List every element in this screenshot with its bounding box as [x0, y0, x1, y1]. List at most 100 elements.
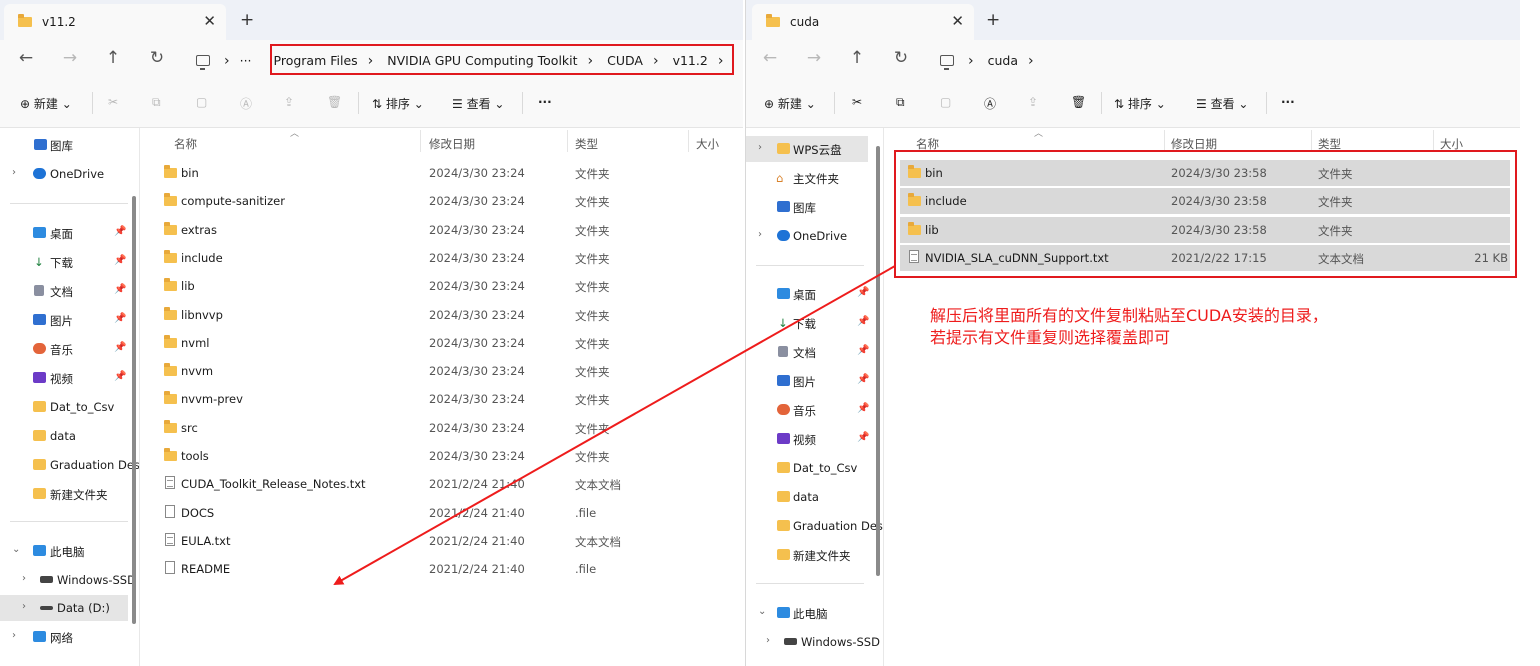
sidebar-item-wps[interactable]: › WPS云盘: [746, 136, 868, 162]
up-arrow-icon[interactable]: ↑: [847, 48, 867, 68]
sidebar-item-folder[interactable]: data: [0, 423, 139, 449]
pin-icon[interactable]: 📌: [857, 345, 869, 356]
sidebar-item-documents[interactable]: 文档 📌: [746, 339, 883, 365]
file-row[interactable]: nvml 2024/3/30 23:24 文件夹: [156, 330, 743, 356]
new-tab-icon[interactable]: +: [986, 10, 1000, 30]
delete-icon[interactable]: 🗑: [327, 95, 342, 109]
sidebar-item-pictures[interactable]: 图片 📌: [746, 368, 883, 394]
scrollbar[interactable]: [132, 196, 136, 624]
file-row[interactable]: CUDA_Toolkit_Release_Notes.txt 2021/2/24 …: [156, 471, 743, 497]
sidebar-item-folder[interactable]: Dat_to_Csv: [0, 394, 139, 420]
sidebar-item-home[interactable]: ⌂ 主文件夹: [746, 165, 883, 191]
close-tab-icon[interactable]: ✕: [203, 12, 216, 30]
column-header-date[interactable]: 修改日期: [429, 136, 475, 152]
pin-icon[interactable]: 📌: [857, 432, 869, 443]
sidebar-item-gallery[interactable]: 图库: [746, 194, 883, 220]
file-row[interactable]: bin 2024/3/30 23:24 文件夹: [156, 160, 743, 186]
sidebar-item-this-pc[interactable]: ⌄ 此电脑: [0, 538, 139, 564]
sidebar-item-folder[interactable]: 新建文件夹: [746, 542, 883, 568]
file-row[interactable]: extras 2024/3/30 23:24 文件夹: [156, 217, 743, 243]
sidebar-item-network[interactable]: › 网络: [0, 624, 139, 650]
pin-icon[interactable]: 📌: [857, 374, 869, 385]
pin-icon[interactable]: 📌: [114, 371, 126, 382]
forward-arrow-icon[interactable]: →: [804, 48, 824, 68]
rename-icon[interactable]: Ⓐ: [240, 95, 252, 112]
file-row[interactable]: nvvm 2024/3/30 23:24 文件夹: [156, 358, 743, 384]
tab-cuda[interactable]: cuda ✕: [752, 4, 974, 40]
sidebar-item-this-pc[interactable]: ⌄ 此电脑: [746, 600, 883, 626]
share-icon[interactable]: ⇪: [1028, 95, 1038, 109]
pin-icon[interactable]: 📌: [114, 255, 126, 266]
cut-icon[interactable]: ✂: [108, 95, 118, 109]
sidebar-item-onedrive[interactable]: › OneDrive: [0, 161, 139, 187]
sort-button[interactable]: ⇅ 排序 ⌄: [1114, 95, 1166, 112]
new-tab-icon[interactable]: +: [240, 10, 254, 30]
sidebar-item-documents[interactable]: 文档 📌: [0, 278, 139, 304]
column-header-type[interactable]: 类型: [575, 136, 598, 152]
cut-icon[interactable]: ✂: [852, 95, 862, 109]
close-tab-icon[interactable]: ✕: [951, 12, 964, 30]
sidebar-item-desktop[interactable]: 桌面 📌: [746, 281, 883, 307]
sidebar-item-folder[interactable]: 新建文件夹: [0, 481, 139, 507]
new-button[interactable]: ⊕ 新建 ⌄: [764, 95, 816, 112]
file-row[interactable]: src 2024/3/30 23:24 文件夹: [156, 415, 743, 441]
delete-icon[interactable]: 🗑: [1071, 95, 1086, 109]
view-button[interactable]: ☰ 查看 ⌄: [1196, 95, 1248, 112]
copy-icon[interactable]: ⧉: [152, 95, 161, 110]
sidebar-item-folder[interactable]: Dat_to_Csv: [746, 455, 883, 481]
paste-icon[interactable]: ▢: [940, 95, 951, 109]
column-header-size[interactable]: 大小: [696, 136, 719, 152]
pin-icon[interactable]: 📌: [114, 284, 126, 295]
sort-button[interactable]: ⇅ 排序 ⌄: [372, 95, 424, 112]
sidebar-item-music[interactable]: 音乐 📌: [746, 397, 883, 423]
view-button[interactable]: ☰ 查看 ⌄: [452, 95, 504, 112]
file-row[interactable]: libnvvp 2024/3/30 23:24 文件夹: [156, 302, 743, 328]
more-options-button[interactable]: ···: [538, 95, 552, 109]
up-arrow-icon[interactable]: ↑: [103, 48, 123, 68]
more-options-button[interactable]: ···: [1281, 95, 1295, 109]
pin-icon[interactable]: 📌: [857, 287, 869, 298]
scrollbar[interactable]: [876, 146, 880, 576]
file-row[interactable]: README 2021/2/24 21:40 .file: [156, 556, 743, 582]
back-arrow-icon[interactable]: ←: [760, 48, 780, 68]
sidebar-item-videos[interactable]: 视频 📌: [0, 365, 139, 391]
pin-icon[interactable]: 📌: [114, 226, 126, 237]
pin-icon[interactable]: 📌: [114, 342, 126, 353]
new-button[interactable]: ⊕ 新建 ⌄: [20, 95, 72, 112]
back-arrow-icon[interactable]: ←: [16, 48, 36, 68]
pin-icon[interactable]: 📌: [114, 313, 126, 324]
refresh-icon[interactable]: ↻: [147, 48, 167, 68]
refresh-icon[interactable]: ↻: [891, 48, 911, 68]
sidebar-item-music[interactable]: 音乐 📌: [0, 336, 139, 362]
sidebar-item-drive-c[interactable]: › Windows-SSD: [746, 629, 883, 655]
sidebar-item-folder[interactable]: data: [746, 484, 883, 510]
ellipsis-icon[interactable]: ···: [240, 53, 252, 68]
file-row[interactable]: lib 2024/3/30 23:24 文件夹: [156, 273, 743, 299]
sidebar-item-onedrive[interactable]: › OneDrive: [746, 223, 883, 249]
file-row[interactable]: tools 2024/3/30 23:24 文件夹: [156, 443, 743, 469]
copy-icon[interactable]: ⧉: [896, 95, 905, 110]
sidebar-item-pictures[interactable]: 图片 📌: [0, 307, 139, 333]
pin-icon[interactable]: 📌: [857, 403, 869, 414]
paste-icon[interactable]: ▢: [196, 95, 207, 109]
file-row[interactable]: DOCS 2021/2/24 21:40 .file: [156, 500, 743, 526]
sidebar-item-desktop[interactable]: 桌面 📌: [0, 220, 139, 246]
sidebar-item-folder[interactable]: Graduation Des: [746, 513, 883, 539]
address-bar[interactable]: › cuda ›: [940, 52, 1044, 80]
sidebar-item-folder[interactable]: Graduation Des: [0, 452, 139, 478]
forward-arrow-icon[interactable]: →: [60, 48, 80, 68]
sidebar-item-downloads[interactable]: ↓ 下载 📌: [0, 249, 139, 275]
sidebar-item-videos[interactable]: 视频 📌: [746, 426, 883, 452]
rename-icon[interactable]: Ⓐ: [984, 95, 996, 112]
sidebar-item-gallery[interactable]: 图库: [0, 132, 139, 158]
breadcrumb-cuda[interactable]: cuda: [988, 53, 1018, 68]
sidebar-item-downloads[interactable]: ↓ 下载 📌: [746, 310, 883, 336]
sidebar-item-drive-c[interactable]: › Windows-SSD: [0, 567, 139, 593]
file-row[interactable]: EULA.txt 2021/2/24 21:40 文本文档 6: [156, 528, 743, 554]
file-row[interactable]: compute-sanitizer 2024/3/30 23:24 文件夹: [156, 188, 743, 214]
sidebar-item-drive-d[interactable]: › Data (D:): [0, 595, 128, 621]
column-header-name[interactable]: 名称: [174, 136, 197, 152]
file-row[interactable]: include 2024/3/30 23:24 文件夹: [156, 245, 743, 271]
pin-icon[interactable]: 📌: [857, 316, 869, 327]
file-row[interactable]: nvvm-prev 2024/3/30 23:24 文件夹: [156, 386, 743, 412]
